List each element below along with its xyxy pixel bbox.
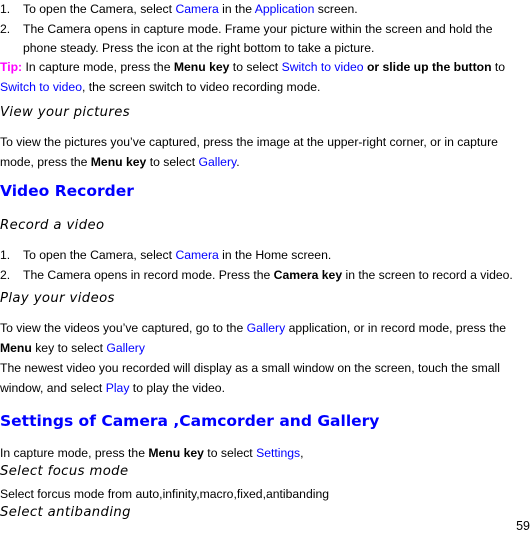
view-pictures-text: To view the pictures you’ve captured, pr… xyxy=(0,135,498,149)
video-recorder-heading: Video Recorder xyxy=(0,182,134,200)
tip-paragraph: Tip: In capture mode, press the Menu key… xyxy=(0,60,506,74)
play-videos-text: To view the videos you’ve captured, go t… xyxy=(0,321,507,335)
view-pictures-title: View your pictures xyxy=(0,105,131,120)
play-videos-text-cont: Menu key to select Gallery xyxy=(0,341,145,355)
view-pictures-text-cont: mode, press the Menu key to select Galle… xyxy=(0,155,240,169)
tip-label: Tip: xyxy=(0,60,23,74)
gallery-link[interactable]: Gallery xyxy=(247,321,286,335)
gallery-link[interactable]: Gallery xyxy=(199,155,237,169)
step-number: 1. xyxy=(0,2,11,16)
focus-mode-text: Select forcus mode from auto,infinity,ma… xyxy=(0,487,330,501)
camera-link[interactable]: Camera xyxy=(175,2,218,16)
camera-link[interactable]: Camera xyxy=(175,248,218,262)
step-number: 2. xyxy=(0,22,11,36)
switch-to-video-link[interactable]: Switch to video xyxy=(0,80,82,94)
antibanding-title: Select antibanding xyxy=(0,505,131,520)
play-videos-text-2-cont: window, and select Play to play the vide… xyxy=(0,381,225,395)
tip-paragraph-cont: Switch to video, the screen switch to vi… xyxy=(0,80,321,94)
focus-mode-title: Select focus mode xyxy=(0,464,129,479)
switch-to-video-link[interactable]: Switch to video xyxy=(282,60,364,74)
play-link[interactable]: Play xyxy=(106,381,130,395)
settings-heading: Settings of Camera ,Camcorder and Galler… xyxy=(0,412,380,430)
record-video-title: Record a video xyxy=(0,218,105,233)
play-videos-text-2: The newest video you recorded will displ… xyxy=(0,361,500,375)
gallery-link[interactable]: Gallery xyxy=(106,341,145,355)
application-link[interactable]: Application xyxy=(255,2,315,16)
settings-text: In capture mode, press the Menu key to s… xyxy=(0,446,304,460)
page-number: 59 xyxy=(516,519,530,533)
settings-link[interactable]: Settings xyxy=(256,446,300,460)
play-videos-title: Play your videos xyxy=(0,291,115,306)
